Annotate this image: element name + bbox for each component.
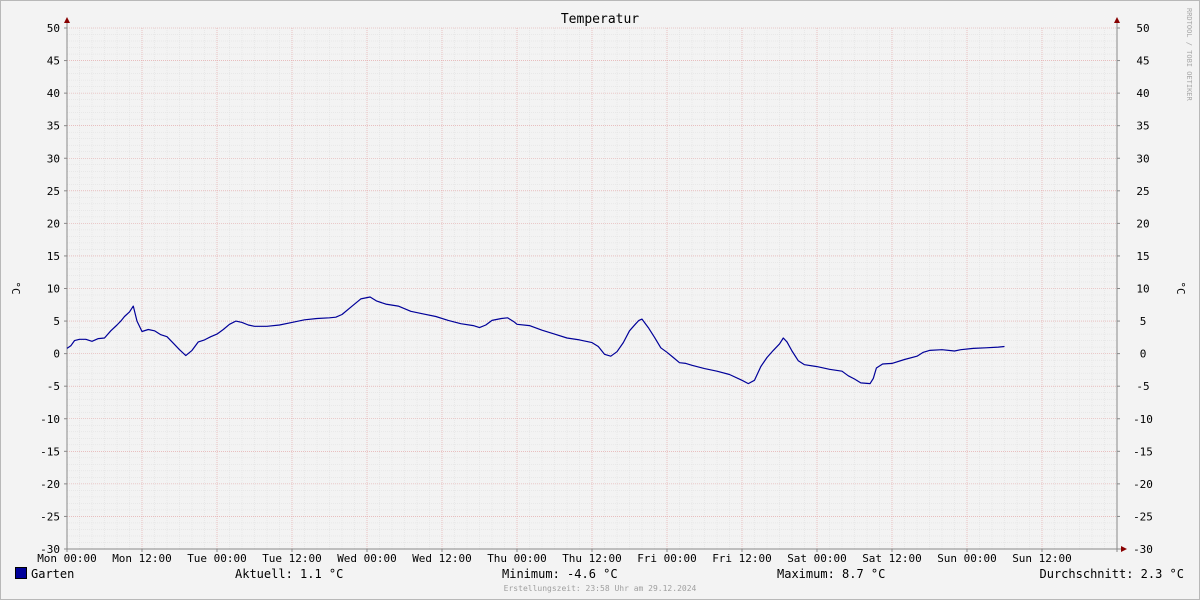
y-axis-arrow-left bbox=[64, 17, 70, 23]
y-axis-label-right: °C bbox=[1174, 281, 1187, 294]
y-tick-label-right: 0 bbox=[1140, 348, 1147, 361]
y-axis-arrow-right bbox=[1114, 17, 1120, 23]
y-tick-label-right: 20 bbox=[1136, 217, 1149, 230]
y-tick-label-right: -25 bbox=[1133, 510, 1153, 523]
series-line-garten bbox=[66, 296, 1005, 385]
y-tick-label-right: -20 bbox=[1133, 478, 1153, 491]
chart-title: Temperatur bbox=[561, 12, 639, 27]
y-tick-label-right: 45 bbox=[1136, 55, 1149, 68]
y-tick-label: -10 bbox=[40, 413, 60, 426]
temperature-chart: 50454035302520151050-5-10-15-20-25-30 50… bbox=[9, 8, 1193, 565]
y-tick-label: -5 bbox=[47, 380, 60, 393]
x-tick-labels: Mon 00:00 Mon 12:00 Tue 00:00 Tue 12:00 Wed … bbox=[37, 552, 1072, 565]
y-tick-label-right: 15 bbox=[1136, 250, 1149, 263]
y-tick-label-right: -30 bbox=[1133, 543, 1153, 556]
y-tick-label: 45 bbox=[47, 55, 60, 68]
rrdtool-watermark: RRDTOOL / TOBI OETIKER bbox=[1185, 8, 1193, 102]
y-tick-label-right: -10 bbox=[1133, 413, 1153, 426]
x-tick-label: Tue 12:00 bbox=[262, 552, 322, 565]
x-tick-label: Fri 12:00 bbox=[712, 552, 772, 565]
x-tick-label: Mon 12:00 bbox=[112, 552, 172, 565]
y-tick-label-right: -15 bbox=[1133, 445, 1153, 458]
y-tick-label: 15 bbox=[47, 250, 60, 263]
y-tick-label: 30 bbox=[47, 152, 60, 165]
y-tick-label-right: 5 bbox=[1140, 315, 1147, 328]
y-tick-label: 5 bbox=[53, 315, 60, 328]
x-tick-label: Thu 12:00 bbox=[562, 552, 622, 565]
x-axis-arrow bbox=[1121, 546, 1127, 552]
y-axis-label-left: °C bbox=[9, 281, 22, 294]
x-tick-label: Wed 00:00 bbox=[337, 552, 397, 565]
y-tick-label-right: 40 bbox=[1136, 87, 1149, 100]
x-tick-label: Sat 12:00 bbox=[862, 552, 922, 565]
y-tick-label: 50 bbox=[47, 22, 60, 35]
y-tick-label: 0 bbox=[53, 348, 60, 361]
legend-series-name: Garten bbox=[31, 567, 75, 581]
y-tick-labels-left: 50454035302520151050-5-10-15-20-25-30 bbox=[40, 22, 60, 556]
y-tick-label: -20 bbox=[40, 478, 60, 491]
current-value: Aktuell: 1.1 °C bbox=[235, 567, 344, 581]
axes bbox=[64, 17, 1127, 552]
creation-time: Erstellungszeit: 23:58 Uhr am 29.12.2024 bbox=[503, 584, 697, 593]
x-tick-label: Tue 00:00 bbox=[187, 552, 247, 565]
y-tick-label-right: 35 bbox=[1136, 120, 1149, 133]
y-tick-label-right: 30 bbox=[1136, 152, 1149, 165]
maximum-value: Maximum: 8.7 °C bbox=[777, 567, 886, 581]
x-tick-label: Fri 00:00 bbox=[637, 552, 697, 565]
x-tick-label: Sat 00:00 bbox=[787, 552, 847, 565]
y-tick-label-right: -5 bbox=[1136, 380, 1149, 393]
average-value: Durchschnitt: 2.3 °C bbox=[1039, 567, 1185, 581]
y-tick-label: 40 bbox=[47, 87, 60, 100]
x-tick-label: Mon 00:00 bbox=[37, 552, 97, 565]
y-tick-label-right: 50 bbox=[1136, 22, 1149, 35]
y-tick-label-right: 10 bbox=[1136, 283, 1149, 296]
legend-swatch bbox=[15, 567, 27, 579]
series-layer bbox=[66, 296, 1005, 385]
y-tick-label: 10 bbox=[47, 283, 60, 296]
y-tick-label: -25 bbox=[40, 510, 60, 523]
x-tick-label: Sun 12:00 bbox=[1012, 552, 1072, 565]
y-tick-label: 20 bbox=[47, 217, 60, 230]
x-tick-label: Sun 00:00 bbox=[937, 552, 997, 565]
y-tick-labels-right: 50454035302520151050-5-10-15-20-25-30 bbox=[1133, 22, 1153, 556]
y-tick-label: 35 bbox=[47, 120, 60, 133]
x-tick-label: Thu 00:00 bbox=[487, 552, 547, 565]
minimum-value: Minimum: -4.6 °C bbox=[502, 567, 618, 581]
legend-entry-garten: Garten bbox=[15, 567, 74, 581]
x-tick-label: Wed 12:00 bbox=[412, 552, 472, 565]
y-tick-label-right: 25 bbox=[1136, 185, 1149, 198]
y-tick-label: -15 bbox=[40, 445, 60, 458]
y-tick-label: 25 bbox=[47, 185, 60, 198]
